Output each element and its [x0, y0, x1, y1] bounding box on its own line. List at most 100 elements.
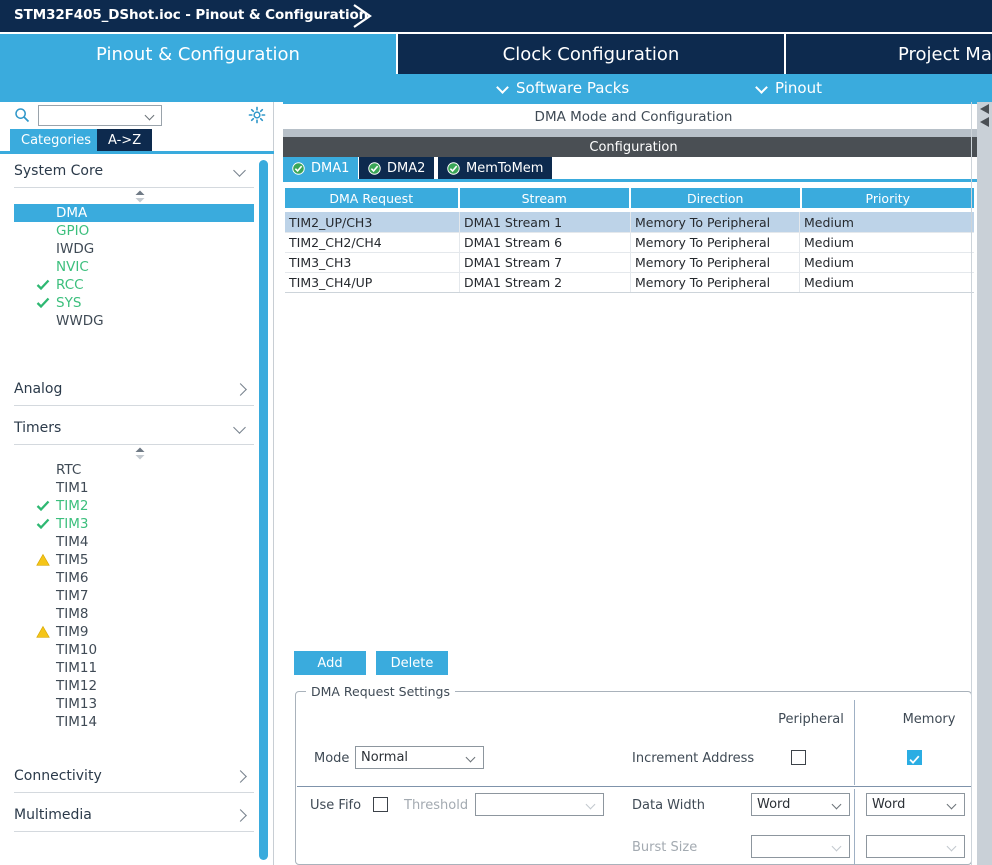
checkbox-increment-address-memory[interactable] — [907, 750, 922, 765]
data-width-memory-value: Word — [872, 797, 906, 812]
sidebar-item-rcc[interactable]: RCC — [14, 276, 254, 294]
tab-categories[interactable]: Categories — [10, 129, 103, 151]
sidebar-item-tim3[interactable]: TIM3 — [14, 515, 254, 533]
data-width-memory-select[interactable]: Word — [866, 793, 965, 816]
sidebar-scrollbar-thumb[interactable] — [259, 160, 268, 860]
tab-project-manager[interactable]: Project Ma — [786, 34, 992, 74]
sidebar-item-tim9[interactable]: TIM9 — [14, 623, 254, 641]
tab-memtomem[interactable]: MemToMem — [438, 157, 553, 179]
sidebar-group-system-core: System Core DMA GPIO IWDG NVIC RCC SYS W… — [14, 154, 254, 372]
title-bar: STM32F405_DShot.ioc - Pinout & Configura… — [0, 0, 992, 32]
gear-icon[interactable] — [248, 106, 266, 124]
sidebar-item-tim11[interactable]: TIM11 — [14, 659, 254, 677]
chevron-down-icon — [498, 83, 509, 94]
add-button[interactable]: Add — [294, 651, 366, 675]
menu-software-packs[interactable]: Software Packs — [498, 78, 629, 98]
sidebar-item-wwdg[interactable]: WWDG — [14, 312, 254, 330]
checkbox-use-fifo[interactable] — [373, 797, 388, 812]
scroll-spinner-timers[interactable] — [14, 445, 254, 461]
item-label: RCC — [56, 277, 84, 293]
label-data-width: Data Width — [632, 798, 705, 813]
search-combobox[interactable] — [38, 105, 162, 126]
column-header-stream[interactable]: Stream — [459, 188, 629, 208]
group-header-timers[interactable]: Timers — [14, 411, 254, 445]
scroll-spinner-system-core[interactable] — [14, 188, 254, 204]
scroll-down-arrow-icon[interactable] — [978, 116, 991, 128]
data-width-peripheral-select[interactable]: Word — [751, 793, 850, 816]
cell-dma-request: TIM2_UP/CH3 — [289, 214, 373, 230]
sidebar-group-multimedia: Multimedia — [14, 798, 254, 832]
menu-pinout[interactable]: Pinout — [757, 78, 822, 98]
tab-a-to-z[interactable]: A->Z — [97, 129, 153, 151]
table-action-buttons: Add Delete — [294, 651, 448, 675]
table-header-row: DMA Request Stream Direction Priority — [285, 188, 974, 208]
sidebar-item-tim7[interactable]: TIM7 — [14, 587, 254, 605]
cell-dma-request: TIM3_CH3 — [289, 255, 352, 270]
menu-label: Software Packs — [516, 79, 630, 97]
chevron-right-icon — [353, 4, 372, 28]
table-row[interactable]: TIM2_UP/CH3 DMA1 Stream 1 Memory To Peri… — [285, 212, 974, 232]
sidebar-item-nvic[interactable]: NVIC — [14, 258, 254, 276]
threshold-select[interactable] — [475, 793, 604, 816]
tab-clock-configuration[interactable]: Clock Configuration — [398, 34, 784, 74]
chevron-down-icon[interactable] — [235, 423, 246, 434]
search-icon[interactable] — [14, 107, 30, 123]
sidebar-item-sys[interactable]: SYS — [14, 294, 254, 312]
group-header-system-core[interactable]: System Core — [14, 154, 254, 188]
scroll-up-arrow-icon[interactable] — [978, 103, 991, 115]
chevron-down-icon — [467, 754, 476, 763]
checkbox-increment-address-peripheral[interactable] — [791, 750, 806, 765]
chevron-right-icon[interactable] — [235, 771, 246, 782]
table-row[interactable]: TIM3_CH4/UP DMA1 Stream 2 Memory To Peri… — [285, 272, 974, 292]
table-row[interactable]: TIM2_CH2/CH4 DMA1 Stream 6 Memory To Per… — [285, 232, 974, 252]
sidebar-item-tim5[interactable]: TIM5 — [14, 551, 254, 569]
tab-label: Clock Configuration — [502, 43, 680, 65]
burst-size-memory-select[interactable] — [866, 835, 965, 858]
sidebar-item-tim13[interactable]: TIM13 — [14, 695, 254, 713]
sidebar-items-system-core: DMA GPIO IWDG NVIC RCC SYS WWDG — [14, 204, 254, 330]
sidebar-item-dma[interactable]: DMA — [14, 204, 254, 222]
chevron-down-icon[interactable] — [146, 112, 155, 121]
sidebar-item-tim14[interactable]: TIM14 — [14, 713, 254, 731]
table-row[interactable]: TIM3_CH3 DMA1 Stream 7 Memory To Periphe… — [285, 252, 974, 272]
tab-dma2[interactable]: DMA2 — [359, 157, 435, 179]
sidebar-item-tim6[interactable]: TIM6 — [14, 569, 254, 587]
cell-direction: Memory To Peripheral — [630, 233, 799, 252]
tab-label: DMA2 — [387, 160, 426, 176]
sidebar-item-gpio[interactable]: GPIO — [14, 222, 254, 240]
group-header-connectivity[interactable]: Connectivity — [14, 759, 254, 793]
tab-dma1[interactable]: DMA1 — [283, 157, 359, 179]
column-header-priority[interactable]: Priority — [801, 188, 974, 208]
delete-button[interactable]: Delete — [376, 651, 448, 675]
dma-request-table: DMA Request Stream Direction Priority TI… — [285, 188, 974, 293]
page-scrollbar-track[interactable] — [977, 102, 992, 865]
item-label: DMA — [56, 205, 88, 221]
item-label: NVIC — [56, 259, 89, 275]
mode-value: Normal — [361, 750, 409, 765]
label-use-fifo: Use Fifo — [310, 798, 362, 813]
chevron-right-icon[interactable] — [235, 384, 246, 395]
search-input[interactable] — [42, 107, 142, 124]
label-mode: Mode — [314, 751, 350, 766]
item-label: TIM1 — [56, 480, 89, 496]
mode-select[interactable]: Normal — [355, 746, 484, 769]
chevron-down-icon[interactable] — [235, 166, 246, 177]
item-label: GPIO — [56, 223, 90, 239]
sidebar-item-tim2[interactable]: TIM2 — [14, 497, 254, 515]
item-label: TIM5 — [56, 552, 89, 568]
sidebar-item-rtc[interactable]: RTC — [14, 461, 254, 479]
green-check-icon — [36, 279, 50, 291]
column-header-direction[interactable]: Direction — [631, 188, 800, 208]
burst-size-peripheral-select[interactable] — [751, 835, 850, 858]
sidebar-item-tim8[interactable]: TIM8 — [14, 605, 254, 623]
sidebar-item-tim1[interactable]: TIM1 — [14, 479, 254, 497]
column-header-dma-request[interactable]: DMA Request — [285, 188, 458, 208]
sidebar-item-iwdg[interactable]: IWDG — [14, 240, 254, 258]
sidebar-item-tim4[interactable]: TIM4 — [14, 533, 254, 551]
sidebar-item-tim12[interactable]: TIM12 — [14, 677, 254, 695]
group-header-multimedia[interactable]: Multimedia — [14, 798, 254, 832]
tab-pinout-configuration[interactable]: Pinout & Configuration — [0, 34, 396, 74]
chevron-right-icon[interactable] — [235, 810, 246, 821]
group-header-analog[interactable]: Analog — [14, 372, 254, 406]
sidebar-item-tim10[interactable]: TIM10 — [14, 641, 254, 659]
